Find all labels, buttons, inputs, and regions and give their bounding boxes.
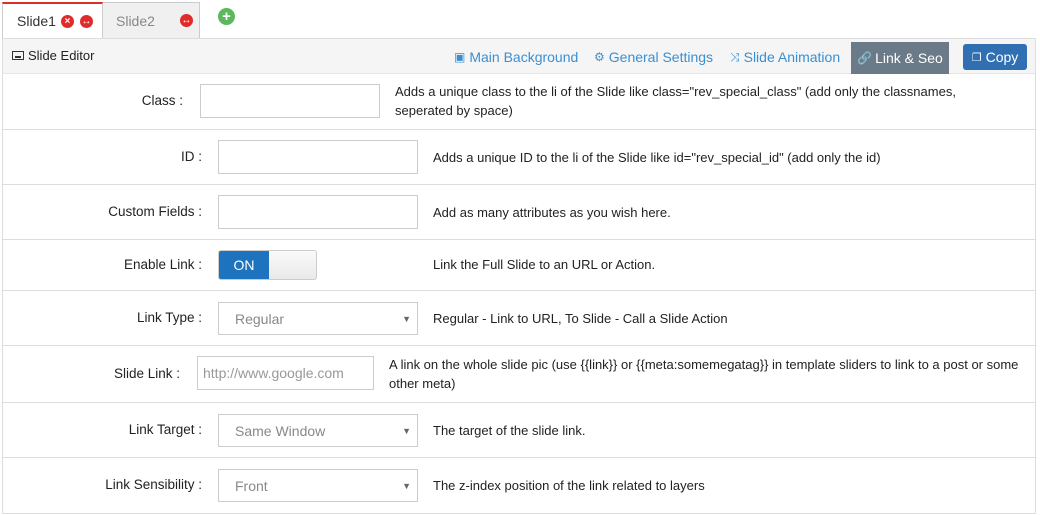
id-input[interactable] <box>218 140 418 174</box>
chevron-down-icon: ▼ <box>402 426 411 436</box>
row-id: ID : Adds a unique ID to the li of the S… <box>3 130 1035 185</box>
link-type-selected: Regular <box>235 310 285 327</box>
slide-link-input[interactable]: http://www.google.com <box>197 356 374 390</box>
id-label: ID : <box>180 149 202 164</box>
slide-link-description: A link on the whole slide pic (use {{lin… <box>389 357 1019 391</box>
link-icon: 🔗 <box>857 51 873 65</box>
custom-fields-label: Custom Fields : <box>108 204 202 219</box>
editor-title-label: Slide Editor <box>28 48 95 63</box>
duplicate-slide-icon[interactable]: ↔ <box>179 14 193 27</box>
tab-slide2-label: Slide2 <box>116 12 155 29</box>
duplicate-slide-icon[interactable]: ↔ <box>79 14 93 28</box>
chevron-down-icon: ▼ <box>402 314 411 324</box>
slide-link-label: Slide Link : <box>113 366 180 381</box>
row-custom-fields: Custom Fields : Add as many attributes a… <box>3 185 1035 240</box>
enable-link-description: Link the Full Slide to an URL or Action. <box>433 257 656 272</box>
enable-link-toggle[interactable]: ON <box>218 250 317 280</box>
link-type-label: Link Type : <box>136 310 202 325</box>
tab-slide2[interactable]: Slide2 ↔ <box>103 2 200 38</box>
copy-icon: ❐ <box>971 51 982 64</box>
row-enable-link: Enable Link : ON Link the Full Slide to … <box>3 240 1035 291</box>
class-description: Adds a unique class to the li of the Sli… <box>395 84 956 118</box>
custom-fields-input[interactable] <box>218 195 418 229</box>
link-seo-form: Class : Adds a unique class to the li of… <box>2 74 1036 514</box>
tab-general-settings-label: General Settings <box>608 49 714 65</box>
enable-link-label: Enable Link : <box>123 257 202 272</box>
tab-link-seo-label: Link & Seo <box>875 50 943 66</box>
shuffle-icon: ⤨ <box>730 49 740 64</box>
id-description: Adds a unique ID to the li of the Slide … <box>433 150 881 165</box>
copy-button[interactable]: ❐ Copy <box>963 44 1027 70</box>
link-sensibility-label: Link Sensibility : <box>105 477 202 492</box>
link-target-description: The target of the slide link. <box>433 423 586 438</box>
link-target-selected: Same Window <box>235 422 326 439</box>
link-type-select[interactable]: Regular ▼ <box>218 302 418 335</box>
add-slide-icon[interactable]: + <box>218 8 235 25</box>
image-icon: ▣ <box>454 50 466 64</box>
link-target-select[interactable]: Same Window ▼ <box>218 414 418 447</box>
tab-slide1[interactable]: Slide1 × ↔ <box>2 2 103 38</box>
toggle-on-state: ON <box>219 251 269 279</box>
link-sensibility-description: The z-index position of the link related… <box>433 478 705 493</box>
gear-icon: ⚙ <box>594 50 605 64</box>
class-input[interactable] <box>200 84 380 118</box>
slide-tabs: Slide1 × ↔ Slide2 ↔ + <box>0 0 1040 38</box>
image-icon <box>12 51 24 60</box>
delete-slide-icon[interactable]: × <box>60 14 74 28</box>
link-type-description: Regular - Link to URL, To Slide - Call a… <box>433 311 728 326</box>
custom-fields-description: Add as many attributes as you wish here. <box>433 205 671 220</box>
tab-slide-animation-label: Slide Animation <box>743 49 841 65</box>
chevron-down-icon: ▼ <box>402 481 411 491</box>
row-link-type: Link Type : Regular ▼ Regular - Link to … <box>3 291 1035 346</box>
copy-button-label: Copy <box>985 49 1019 65</box>
link-sensibility-select[interactable]: Front ▼ <box>218 469 418 502</box>
row-link-target: Link Target : Same Window ▼ The target o… <box>3 403 1035 458</box>
tab-link-seo[interactable]: 🔗 Link & Seo <box>851 42 949 74</box>
class-label: Class : <box>141 93 183 108</box>
link-sensibility-selected: Front <box>235 477 268 494</box>
tab-slide-animation[interactable]: ⤨ Slide Animation <box>730 49 840 65</box>
link-target-label: Link Target : <box>128 422 202 437</box>
tab-general-settings[interactable]: ⚙ General Settings <box>594 49 713 65</box>
editor-title: Slide Editor <box>12 48 94 63</box>
editor-toolbar: Slide Editor ▣ Main Background ⚙ General… <box>2 38 1036 74</box>
tab-main-background-label: Main Background <box>469 49 579 65</box>
tab-main-background[interactable]: ▣ Main Background <box>454 49 578 65</box>
tab-slide1-label: Slide1 <box>17 13 56 29</box>
row-link-sensibility: Link Sensibility : Front ▼ The z-index p… <box>3 458 1035 514</box>
row-slide-link: Slide Link : http://www.google.com A lin… <box>3 346 1035 403</box>
row-class: Class : Adds a unique class to the li of… <box>3 74 1035 130</box>
